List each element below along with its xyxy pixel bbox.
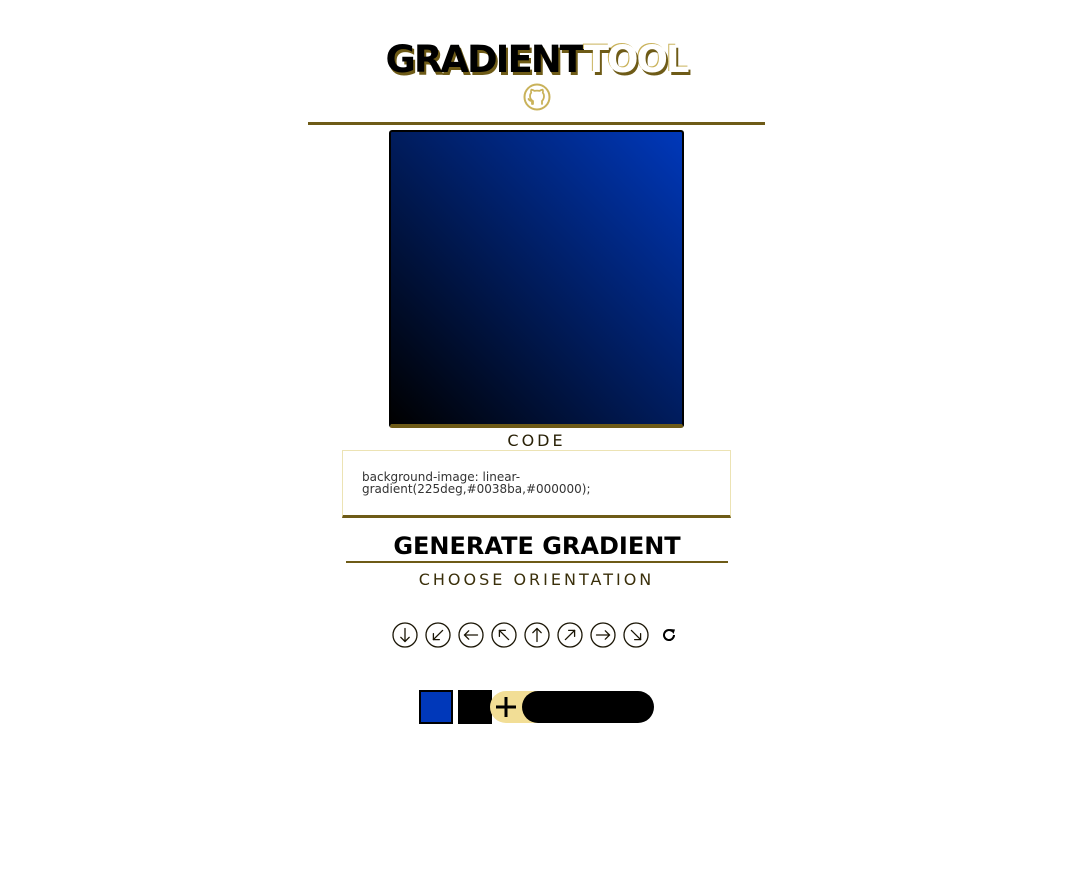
arrow-left-circle-icon: [458, 622, 484, 648]
color-swatch-black[interactable]: [458, 690, 492, 724]
gradient-preview: [389, 130, 684, 428]
color-input[interactable]: [522, 691, 654, 723]
arrow-right-circle-icon: [590, 622, 616, 648]
title-gradient: GRADIENT: [385, 38, 585, 81]
orientation-button[interactable]: [425, 622, 451, 648]
page: GRADIENTTOOL CODE background-image: line…: [0, 0, 1073, 894]
arrow-down-circle-icon: [392, 622, 418, 648]
arrow-up-circle-icon: [524, 622, 550, 648]
orientation-button[interactable]: [458, 622, 484, 648]
plus-icon: [496, 697, 516, 717]
github-icon[interactable]: [522, 82, 552, 112]
orientation-button[interactable]: [392, 622, 418, 648]
arrow-down-left-circle-icon: [425, 622, 451, 648]
orientation-button[interactable]: [524, 622, 550, 648]
refresh-button[interactable]: [660, 626, 678, 644]
orientation-button[interactable]: [623, 622, 649, 648]
color-swatch-blue[interactable]: [419, 690, 453, 724]
arrow-up-right-circle-icon: [557, 622, 583, 648]
code-text[interactable]: background-image: linear-gradient(225deg…: [362, 471, 612, 495]
code-label: CODE: [507, 431, 566, 450]
arrow-up-left-circle-icon: [491, 622, 517, 648]
orientation-button[interactable]: [590, 622, 616, 648]
page-title: GRADIENTTOOL: [308, 36, 765, 84]
title-tool: TOOL: [583, 38, 690, 81]
orientation-buttons: [392, 622, 692, 648]
orientation-label: CHOOSE ORIENTATION: [418, 570, 655, 589]
arrow-down-right-circle-icon: [623, 622, 649, 648]
generate-title: GENERATE GRADIENT: [346, 531, 728, 563]
orientation-button[interactable]: [491, 622, 517, 648]
refresh-icon: [663, 629, 676, 641]
orientation-button[interactable]: [557, 622, 583, 648]
code-box[interactable]: background-image: linear-gradient(225deg…: [342, 450, 731, 518]
header: GRADIENTTOOL: [308, 36, 765, 125]
